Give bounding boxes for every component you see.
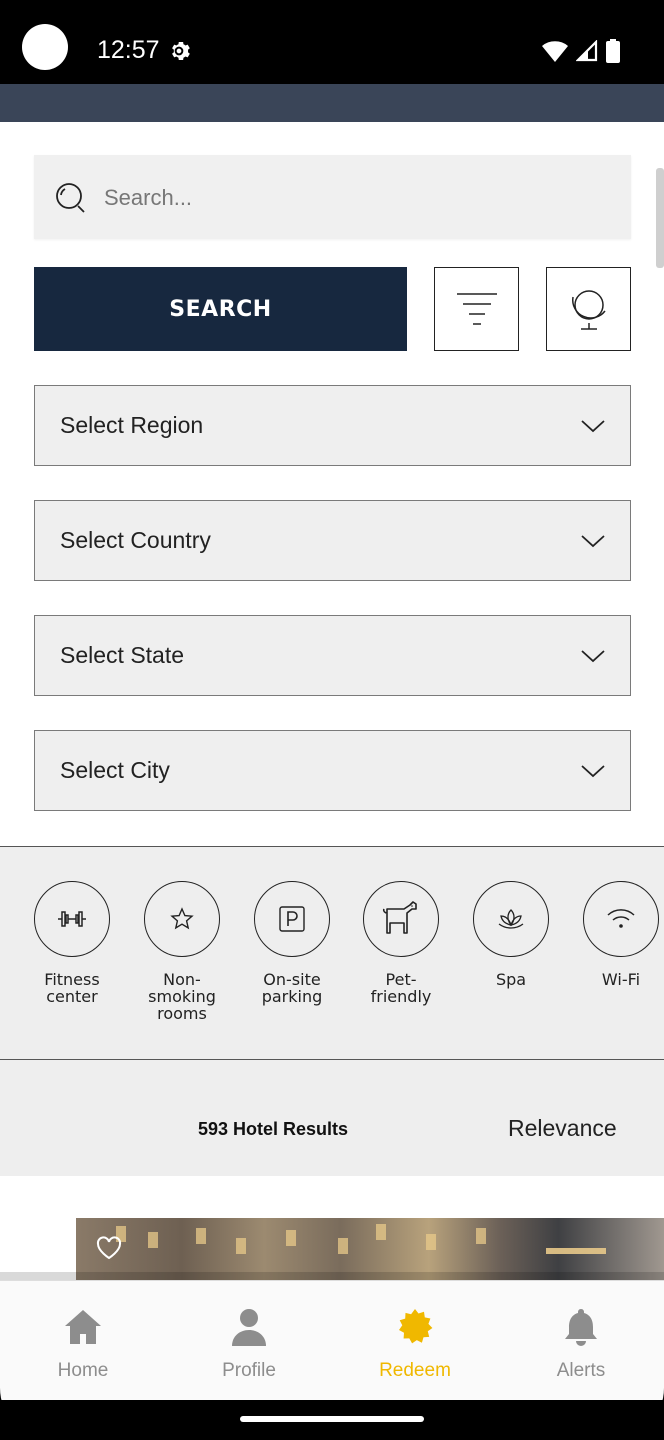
amenity-label: Wi-Fi xyxy=(601,970,641,989)
amenity-non-smoking-rooms[interactable]: Non- smoking rooms xyxy=(127,881,237,1022)
map-view-button[interactable] xyxy=(546,267,631,351)
parking-icon xyxy=(279,906,305,932)
hotel-card[interactable] xyxy=(34,1176,664,1280)
status-bar: 12:57 xyxy=(0,0,664,84)
amenity-label: Fitness center xyxy=(44,970,100,1006)
amenity-on-site-parking[interactable]: On-site parking xyxy=(237,881,347,1005)
dumbbell-icon xyxy=(58,911,86,927)
amenity-label: Spa xyxy=(495,970,527,989)
search-screen: SEARCH Select Region Select Country xyxy=(0,122,664,1280)
nav-redeem[interactable]: Redeem xyxy=(350,1307,480,1382)
nav-profile-label: Profile xyxy=(222,1360,276,1381)
amenity-label: On-site parking xyxy=(261,970,323,1006)
amenity-circle xyxy=(144,881,220,957)
app-header-bar xyxy=(0,84,664,122)
chevron-down-icon xyxy=(581,420,605,433)
amenity-pet-friendly[interactable]: Pet- friendly xyxy=(346,881,456,1005)
amenity-circle xyxy=(583,881,659,957)
lotus-icon xyxy=(498,909,524,929)
nav-redeem-label: Redeem xyxy=(379,1360,451,1381)
select-city-label: Select City xyxy=(60,757,170,783)
amenity-circle xyxy=(473,881,549,957)
nav-profile[interactable]: Profile xyxy=(184,1307,314,1382)
amenity-label: Non- smoking rooms xyxy=(148,970,216,1023)
wifi-icon xyxy=(607,909,635,928)
amenity-circle xyxy=(34,881,110,957)
camera-cutout xyxy=(22,24,68,70)
settings-gear-icon xyxy=(172,42,190,60)
amenity-circle xyxy=(254,881,330,957)
home-icon xyxy=(65,1310,101,1344)
home-gesture-bar[interactable] xyxy=(240,1416,424,1422)
nav-shadow xyxy=(0,1272,664,1280)
filter-icon xyxy=(456,293,497,325)
search-button[interactable]: SEARCH xyxy=(34,267,407,351)
select-region[interactable]: Select Region xyxy=(34,385,631,466)
gesture-area xyxy=(0,1400,664,1440)
select-country[interactable]: Select Country xyxy=(34,500,631,581)
amenity-wi-fi[interactable]: Wi-Fi xyxy=(566,881,664,988)
battery-icon xyxy=(606,39,620,63)
star-icon xyxy=(170,907,194,930)
nav-home-label: Home xyxy=(57,1360,109,1381)
amenity-label: Pet- friendly xyxy=(370,970,432,1006)
sort-selector[interactable]: Relevance xyxy=(508,1115,617,1142)
profile-icon xyxy=(232,1309,266,1346)
select-city[interactable]: Select City xyxy=(34,730,631,811)
filter-button[interactable] xyxy=(434,267,519,351)
amenities-filter-row: Fitness center Non- smoking rooms On-sit… xyxy=(0,846,664,1060)
amenity-fitness-center[interactable]: Fitness center xyxy=(17,881,127,1005)
redeem-icon xyxy=(399,1309,433,1344)
dog-icon xyxy=(382,901,417,934)
amenity-spa[interactable]: Spa xyxy=(456,881,566,988)
chevron-down-icon xyxy=(581,535,605,548)
select-state-label: Select State xyxy=(60,642,185,668)
scrollbar[interactable] xyxy=(656,168,664,268)
nav-home[interactable]: Home xyxy=(18,1307,148,1382)
wifi-signal-icon xyxy=(542,41,568,62)
amenity-circle xyxy=(363,881,439,957)
results-header: 593 Hotel Results Relevance xyxy=(0,1060,664,1176)
globe-icon xyxy=(571,290,606,330)
status-clock: 12:57 xyxy=(97,36,160,64)
bottom-navigation: Home Profile Redeem Alerts xyxy=(0,1280,664,1400)
search-box[interactable] xyxy=(34,155,631,239)
chevron-down-icon xyxy=(581,650,605,663)
hotel-image[interactable] xyxy=(76,1218,664,1280)
cell-signal-icon xyxy=(576,40,598,62)
favorite-heart-icon[interactable] xyxy=(96,1236,122,1260)
nav-alerts[interactable]: Alerts xyxy=(516,1307,646,1382)
select-region-label: Select Region xyxy=(60,412,204,438)
phone-frame: 12:57 SEARCH xyxy=(0,0,664,1440)
search-icon xyxy=(56,183,85,213)
nav-alerts-label: Alerts xyxy=(556,1360,606,1381)
search-input[interactable] xyxy=(104,183,604,213)
chevron-down-icon xyxy=(581,765,605,778)
select-state[interactable]: Select State xyxy=(34,615,631,696)
select-country-label: Select Country xyxy=(60,527,211,553)
results-count: 593 Hotel Results xyxy=(198,1119,349,1139)
bell-icon xyxy=(565,1309,597,1346)
system-icons xyxy=(542,38,620,64)
